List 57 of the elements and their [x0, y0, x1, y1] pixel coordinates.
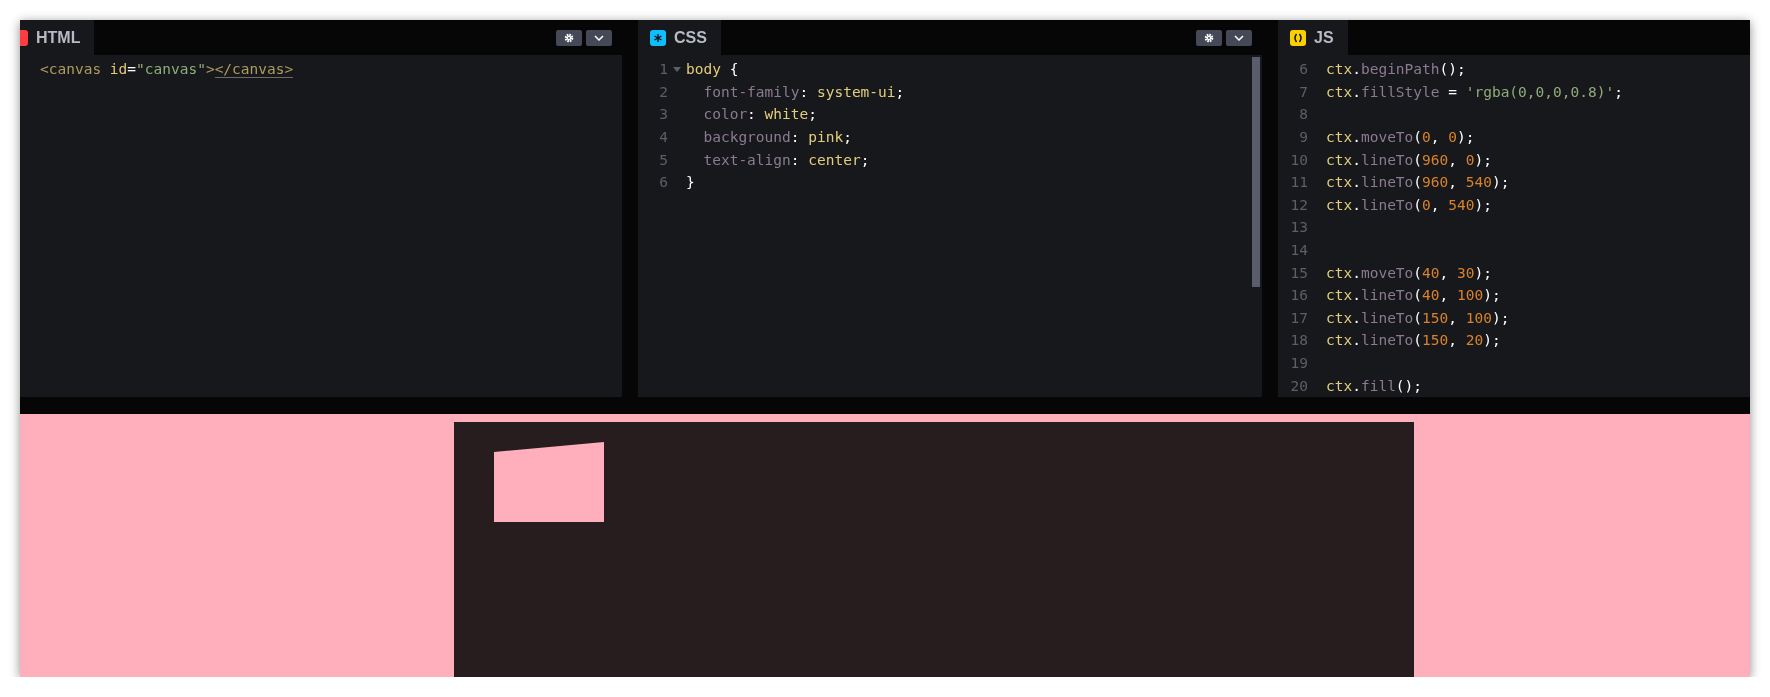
code-line: ctx.lineTo(150, 100);	[1326, 309, 1510, 326]
code-editor[interactable]: 1 body { 2 font-family: system-ui; 3 color: white; 4 background: pink; 5 text-align: center; 6 }	[638, 55, 1262, 397]
line-number: 15	[1289, 264, 1308, 281]
line-number: 7	[1298, 83, 1308, 100]
line-number: 6	[658, 174, 668, 191]
editor-tab[interactable]: JS	[1278, 20, 1348, 55]
line-number: 11	[1289, 174, 1308, 191]
line-number: 19	[1289, 355, 1308, 371]
line-number: 12	[1289, 196, 1308, 213]
code-line: background: pink;	[702, 129, 852, 146]
gear-icon	[1204, 32, 1214, 43]
code-line: ctx.beginPath();	[1326, 61, 1466, 78]
line-number: 16	[1289, 287, 1308, 304]
code-line: }	[686, 174, 695, 191]
code-line: ctx.fillStyle = 'rgba(0,0,0,0.8)';	[1326, 83, 1623, 100]
line-number: 20	[1289, 377, 1308, 394]
line-number: 13	[1289, 219, 1308, 236]
settings-button[interactable]	[556, 29, 582, 46]
line-number: 2	[658, 83, 668, 100]
code-line: ctx.fill();	[1326, 377, 1423, 394]
fold-caret-icon[interactable]	[673, 66, 681, 72]
code-line: ctx.moveTo(40, 30);	[1326, 264, 1492, 281]
editor-tab[interactable]: HTML	[20, 20, 95, 55]
code-line: ctx.moveTo(0, 0);	[1326, 129, 1475, 146]
line-number: 6	[1298, 61, 1308, 78]
asterisk-badge-icon	[650, 29, 666, 46]
code-line: body {	[686, 61, 739, 78]
chevron-down-icon	[594, 34, 604, 41]
code-line: ctx.lineTo(150, 20);	[1326, 332, 1501, 349]
line-number: 3	[658, 106, 668, 123]
editor-tab[interactable]: CSS	[638, 20, 721, 55]
code-line: font-family: system-ui;	[702, 83, 905, 100]
code-line: ctx.lineTo(960, 0);	[1326, 151, 1492, 168]
code-editor[interactable]	[1278, 55, 1750, 397]
dropdown-button[interactable]	[586, 29, 612, 46]
code-line: ctx.lineTo(0, 540);	[1326, 196, 1492, 213]
settings-button[interactable]	[1196, 29, 1222, 46]
chevron-down-icon	[1234, 34, 1244, 41]
line-number: 1	[658, 61, 668, 78]
line-number: 9	[1298, 129, 1308, 146]
code-line: ctx.lineTo(40, 100);	[1326, 287, 1501, 304]
parentheses-badge-icon	[1290, 29, 1306, 46]
line-number: 14	[1289, 242, 1308, 259]
code-line: ctx.lineTo(960, 540);	[1326, 174, 1510, 191]
code-editor[interactable]: <canvas id="canvas"></canvas>	[20, 55, 622, 397]
line-number: 8	[1298, 106, 1308, 123]
line-number: 17	[1289, 309, 1308, 326]
line-number: 10	[1289, 151, 1308, 168]
html-badge-icon	[20, 29, 28, 46]
line-number: 5	[658, 151, 668, 168]
gear-icon	[564, 32, 574, 43]
line-number: 18	[1289, 332, 1308, 349]
dropdown-button[interactable]	[1226, 29, 1252, 46]
code-line: <canvas id="canvas"></canvas>	[40, 61, 294, 78]
code-line: color: white;	[702, 106, 817, 123]
code-line: text-align: center;	[702, 151, 870, 168]
line-number: 4	[658, 129, 668, 146]
